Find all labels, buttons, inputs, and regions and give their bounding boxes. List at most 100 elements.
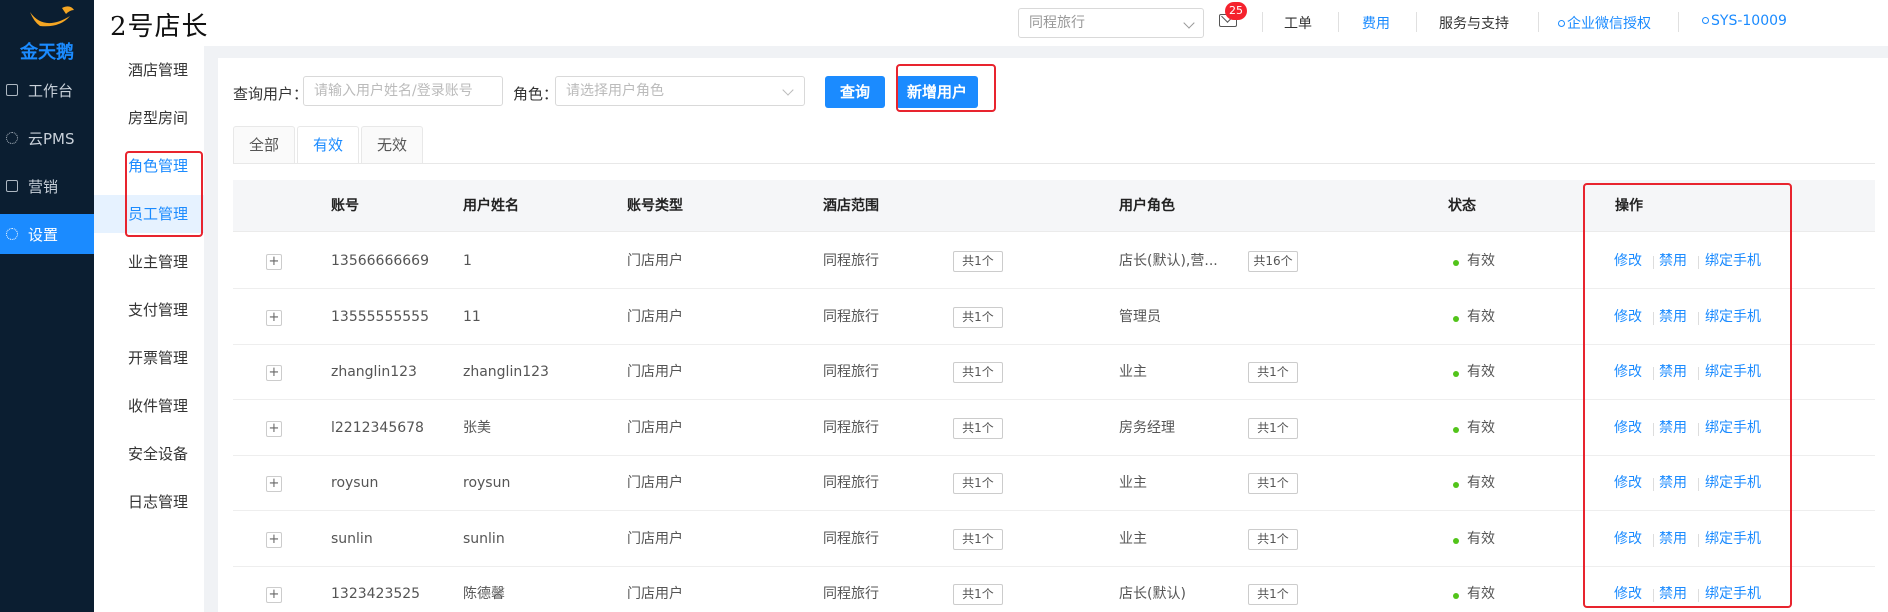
query-button[interactable]: 查询 (825, 76, 885, 108)
table-row: + zhanglin123 zhanglin123 门店用户 同程旅行 共1个 … (233, 345, 1875, 400)
cell-hotel: 同程旅行 (823, 308, 879, 325)
edit-link[interactable]: 修改 (1614, 456, 1642, 511)
edit-link[interactable]: 修改 (1614, 290, 1642, 345)
cell-account: sunlin (331, 530, 373, 547)
hotel-count-tag[interactable]: 共1个 (953, 362, 1003, 383)
user-search-placeholder: 请输入用户姓名/登录账号 (314, 83, 473, 99)
submenu-role-management[interactable]: 角色管理 (94, 147, 204, 185)
role-count-tag[interactable]: 共1个 (1248, 584, 1298, 605)
expand-row-icon[interactable]: + (266, 365, 282, 381)
bind-phone-link[interactable]: 绑定手机 (1705, 512, 1761, 567)
expand-row-icon[interactable]: + (266, 309, 282, 326)
bind-phone-link[interactable]: 绑定手机 (1705, 345, 1761, 400)
tabs-divider (233, 163, 1875, 164)
role-count-tag[interactable]: 共1个 (1248, 473, 1298, 494)
submenu-hotel-management[interactable]: 酒店管理 (94, 51, 204, 89)
submenu-room-types[interactable]: 房型房间 (94, 99, 204, 137)
tab-all[interactable]: 全部 (233, 126, 295, 164)
cell-user-role: 业主 (1119, 364, 1147, 380)
submenu-log-management[interactable]: 日志管理 (94, 483, 204, 521)
role-count-tag[interactable]: 共1个 (1248, 362, 1298, 383)
nav-item-cloud-pms[interactable]: 云PMS (0, 118, 94, 158)
hotel-count-tag[interactable]: 共1个 (953, 417, 1003, 439)
hotel-select[interactable]: 同程旅行 (1018, 8, 1204, 38)
nav-item-marketing[interactable]: 营销 (0, 166, 94, 206)
wechat-auth-link[interactable]: 企业微信授权 (1558, 13, 1651, 33)
user-search-input[interactable]: 请输入用户姓名/登录账号 (303, 76, 503, 106)
settings-gear-icon (6, 228, 18, 240)
bind-phone-link[interactable]: 绑定手机 (1705, 456, 1761, 511)
add-user-button[interactable]: 新增用户 (896, 76, 978, 108)
edit-link[interactable]: 修改 (1614, 512, 1642, 567)
fees-link[interactable]: 费用 (1362, 13, 1390, 33)
expand-row-icon[interactable]: + (266, 420, 282, 437)
logo: 金天鹅 (0, 0, 94, 63)
op-separator (1653, 367, 1654, 380)
status-dot (1453, 426, 1459, 433)
role-count-tag[interactable]: 共1个 (1248, 528, 1298, 550)
main-panel: 查询用户： 请输入用户姓名/登录账号 角色： 请选择用户角色 查询 新增用户 全… (218, 58, 1888, 612)
edit-link[interactable]: 修改 (1614, 345, 1642, 400)
user-icon (1558, 20, 1565, 27)
submenu-payment-management[interactable]: 支付管理 (94, 291, 204, 329)
disable-link[interactable]: 禁用 (1659, 234, 1687, 289)
table-row: + 13555555555 11 门店用户 同程旅行 共1个 管理员 有效 修改… (233, 290, 1875, 345)
role-count-tag[interactable]: 共1个 (1248, 417, 1298, 439)
work-order-link[interactable]: 工单 (1284, 13, 1312, 33)
disable-link[interactable]: 禁用 (1659, 512, 1687, 567)
expand-row-icon[interactable]: + (266, 476, 282, 492)
cell-account-type: 门店用户 (627, 475, 683, 491)
hotel-count-tag[interactable]: 共1个 (953, 584, 1003, 605)
nav-item-workbench[interactable]: 工作台 (0, 70, 94, 110)
submenu-receipt-management[interactable]: 收件管理 (94, 387, 204, 425)
cell-account-type: 门店用户 (627, 253, 683, 269)
expand-row-icon[interactable]: + (266, 587, 282, 603)
disable-link[interactable]: 禁用 (1659, 456, 1687, 511)
wechat-auth-label: 企业微信授权 (1567, 16, 1651, 32)
bind-phone-link[interactable]: 绑定手机 (1705, 567, 1761, 612)
disable-link[interactable]: 禁用 (1659, 401, 1687, 456)
tab-valid[interactable]: 有效 (297, 126, 359, 164)
hotel-count-tag[interactable]: 共1个 (953, 528, 1003, 550)
header-divider (1262, 12, 1263, 32)
submenu-staff-management[interactable]: 员工管理 (94, 195, 204, 233)
hotel-count-tag[interactable]: 共1个 (953, 251, 1003, 272)
disable-link[interactable]: 禁用 (1659, 567, 1687, 612)
op-separator (1698, 311, 1699, 325)
tab-invalid[interactable]: 无效 (361, 126, 423, 164)
logo-text: 金天鹅 (20, 42, 74, 63)
edit-link[interactable]: 修改 (1614, 567, 1642, 612)
expand-row-icon[interactable]: + (266, 254, 282, 270)
cell-account: 13555555555 (331, 308, 429, 325)
account-link[interactable]: SYS-10009 (1702, 13, 1787, 29)
account-label: SYS-10009 (1711, 13, 1787, 29)
submenu-invoice-management[interactable]: 开票管理 (94, 339, 204, 377)
service-support-link[interactable]: 服务与支持 (1439, 13, 1509, 33)
submenu-owner-management[interactable]: 业主管理 (94, 243, 204, 281)
hotel-count-tag[interactable]: 共1个 (953, 473, 1003, 494)
column-account: 账号 (331, 198, 359, 214)
bind-phone-link[interactable]: 绑定手机 (1705, 401, 1761, 456)
column-operations: 操作 (1615, 198, 1643, 214)
hotel-select-value: 同程旅行 (1029, 15, 1085, 31)
role-count-tag[interactable]: 共16个 (1248, 251, 1298, 272)
cell-user-role: 管理员 (1119, 308, 1161, 325)
submenu-security-devices[interactable]: 安全设备 (94, 435, 204, 473)
nav-item-label: 工作台 (28, 81, 74, 100)
edit-link[interactable]: 修改 (1614, 401, 1642, 456)
bind-phone-link[interactable]: 绑定手机 (1705, 290, 1761, 345)
cell-user-role: 房务经理 (1119, 419, 1175, 436)
cell-hotel: 同程旅行 (823, 364, 879, 380)
edit-link[interactable]: 修改 (1614, 234, 1642, 289)
cell-account-type: 门店用户 (627, 419, 683, 436)
bind-phone-link[interactable]: 绑定手机 (1705, 234, 1761, 289)
disable-link[interactable]: 禁用 (1659, 345, 1687, 400)
expand-row-icon[interactable]: + (266, 531, 282, 548)
disable-link[interactable]: 禁用 (1659, 290, 1687, 345)
table-row: + 1323423525 陈德馨 门店用户 同程旅行 共1个 店长(默认) 共1… (233, 567, 1875, 612)
role-select[interactable]: 请选择用户角色 (555, 76, 805, 106)
header-divider (1338, 12, 1339, 32)
hotel-count-tag[interactable]: 共1个 (953, 306, 1003, 328)
op-separator (1698, 256, 1699, 269)
nav-item-settings[interactable]: 设置 (0, 214, 94, 254)
